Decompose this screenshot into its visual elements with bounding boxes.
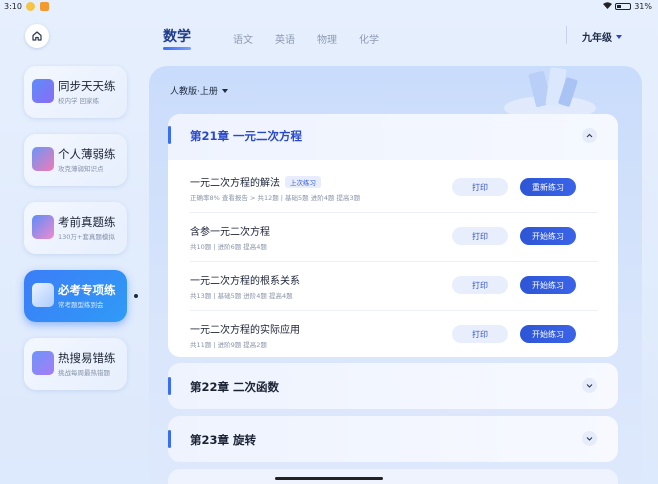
caret-down-icon xyxy=(221,88,228,93)
topic-name: 一元二次方程的实际应用 xyxy=(190,325,300,336)
chapter-title: 第23章 旋转 xyxy=(190,433,257,447)
topic-meta: 共10题 | 进阶6题 提高4题 xyxy=(190,243,267,251)
chapter-accent-bar xyxy=(168,377,171,395)
chapter-title: 第21章 一元二次方程 xyxy=(190,129,303,143)
status-time: 3:10 xyxy=(4,2,22,11)
grade-label: 九年级 xyxy=(582,33,612,44)
sidebar-item-title: 必考专项练 xyxy=(58,283,116,297)
topic-meta[interactable]: 正确率8% 查看报告 > 共12题 | 基础5题 进阶4题 提高3题 xyxy=(190,192,360,202)
chapter-accent-bar xyxy=(168,126,171,144)
chapter-accent-bar xyxy=(168,430,171,448)
tab-chinese[interactable]: 语文 xyxy=(233,31,253,46)
home-button[interactable] xyxy=(25,24,49,48)
chevron-down-icon xyxy=(586,437,593,441)
calendar-book-icon xyxy=(32,79,54,103)
wifi-icon xyxy=(603,2,613,11)
topic-name: 一元二次方程的解法 上次练习 xyxy=(190,174,321,189)
active-indicator xyxy=(134,294,138,298)
topic-name: 含参一元二次方程 xyxy=(190,227,270,238)
start-practice-button[interactable]: 开始练习 xyxy=(520,325,576,343)
chapter-next-card[interactable] xyxy=(168,469,618,484)
battery-level: 31% xyxy=(634,2,652,11)
redo-practice-button[interactable]: 重新练习 xyxy=(520,178,576,196)
home-icon xyxy=(32,31,42,41)
battery-icon xyxy=(615,3,632,10)
sidebar-item-hot-mistakes[interactable]: 热搜易错练 挑战每周最热错题 xyxy=(24,338,127,390)
sidebar-item-sync-practice[interactable]: 同步天天练 校内学 回家练 xyxy=(24,66,127,118)
topic-meta: 共11题 | 进阶9题 提高2题 xyxy=(190,341,267,349)
expand-button[interactable] xyxy=(582,431,597,446)
topic-book-icon xyxy=(32,283,54,307)
last-practice-badge: 上次练习 xyxy=(285,176,321,188)
search-mistake-icon xyxy=(32,351,54,375)
tab-math[interactable]: 数学 xyxy=(163,26,191,50)
caret-down-icon xyxy=(616,34,622,39)
sidebar-item-subtitle: 常考题型练到会 xyxy=(58,301,104,309)
chapter-22-card[interactable]: 第22章 二次函数 xyxy=(168,363,618,409)
sidebar-item-title: 热搜易错练 xyxy=(58,351,116,365)
chapter-21-header[interactable]: 第21章 一元二次方程 xyxy=(168,114,618,160)
sidebar-item-title: 考前真题练 xyxy=(58,215,116,229)
print-button[interactable]: 打印 xyxy=(452,276,508,294)
status-right: 31% xyxy=(603,2,652,11)
start-practice-button[interactable]: 开始练习 xyxy=(520,227,576,245)
textbook-selector[interactable]: 人教版·上册 xyxy=(170,84,228,97)
chapter-22-header: 第22章 二次函数 xyxy=(168,363,618,407)
topic-name: 一元二次方程的根系关系 xyxy=(190,276,300,287)
tab-chemistry[interactable]: 化学 xyxy=(359,31,379,46)
tab-physics[interactable]: 物理 xyxy=(317,31,337,46)
start-practice-button[interactable]: 开始练习 xyxy=(520,276,576,294)
print-button[interactable]: 打印 xyxy=(452,325,508,343)
print-button[interactable]: 打印 xyxy=(452,178,508,196)
chevron-up-icon xyxy=(586,133,593,138)
collapse-button[interactable] xyxy=(582,128,597,143)
notification-icon xyxy=(26,2,35,11)
chapter-title: 第22章 二次函数 xyxy=(190,380,280,394)
sidebar-item-weak-practice[interactable]: 个人薄弱练 攻克薄弱知识点 xyxy=(24,134,127,186)
sidebar-item-title: 同步天天练 xyxy=(58,79,116,93)
list-item: 含参一元二次方程 共10题 | 进阶6题 提高4题 打印 开始练习 xyxy=(190,213,598,262)
list-item: 一元二次方程的实际应用 共11题 | 进阶9题 提高2题 打印 开始练习 xyxy=(190,311,598,360)
sidebar-item-topic-practice[interactable]: 必考专项练 常考题型练到会 xyxy=(24,270,127,322)
chevron-down-icon xyxy=(586,384,593,388)
grade-divider xyxy=(566,26,567,44)
books-illustration-icon xyxy=(504,67,596,120)
chapter-23-header: 第23章 旋转 xyxy=(168,416,618,460)
topic-meta: 共13题 | 基础5题 进阶4题 提高4题 xyxy=(190,292,293,300)
chapter-21-card: 第21章 一元二次方程 一元二次方程的解法 上次练习 正确率8% 查看报告 > 共… xyxy=(168,114,618,357)
sidebar-item-title: 个人薄弱练 xyxy=(58,147,116,161)
notification-icon xyxy=(40,2,49,11)
sidebar-item-subtitle: 校内学 回家练 xyxy=(58,97,100,105)
list-item: 一元二次方程的解法 上次练习 正确率8% 查看报告 > 共12题 | 基础5题 进… xyxy=(190,164,598,213)
print-button[interactable]: 打印 xyxy=(452,227,508,245)
sidebar-item-subtitle: 攻克薄弱知识点 xyxy=(58,165,104,173)
grade-selector[interactable]: 九年级 xyxy=(582,29,622,44)
status-bar: 3:10 31% xyxy=(0,0,658,14)
chapter-23-card[interactable]: 第23章 旋转 xyxy=(168,416,618,462)
list-item: 一元二次方程的根系关系 共13题 | 基础5题 进阶4题 提高4题 打印 开始练… xyxy=(190,262,598,311)
subject-tabs: 数学 语文 英语 物理 化学 xyxy=(163,26,401,50)
book-target-icon xyxy=(32,147,54,171)
main-panel: 人教版·上册 第21章 一元二次方程 一元二次方程的解法 上次练习 正确率8% 查… xyxy=(149,66,642,484)
sidebar-item-subtitle: 挑战每周最热错题 xyxy=(58,369,110,377)
exam-paper-icon xyxy=(32,215,54,239)
topic-name-text: 一元二次方程的解法 xyxy=(190,178,280,189)
home-indicator[interactable] xyxy=(275,477,383,480)
tab-english[interactable]: 英语 xyxy=(275,31,295,46)
textbook-label: 人教版·上册 xyxy=(170,87,218,97)
expand-button[interactable] xyxy=(582,378,597,393)
sidebar-item-subtitle: 130万+套真题模拟 xyxy=(58,233,115,241)
sidebar-item-exam-practice[interactable]: 考前真题练 130万+套真题模拟 xyxy=(24,202,127,254)
